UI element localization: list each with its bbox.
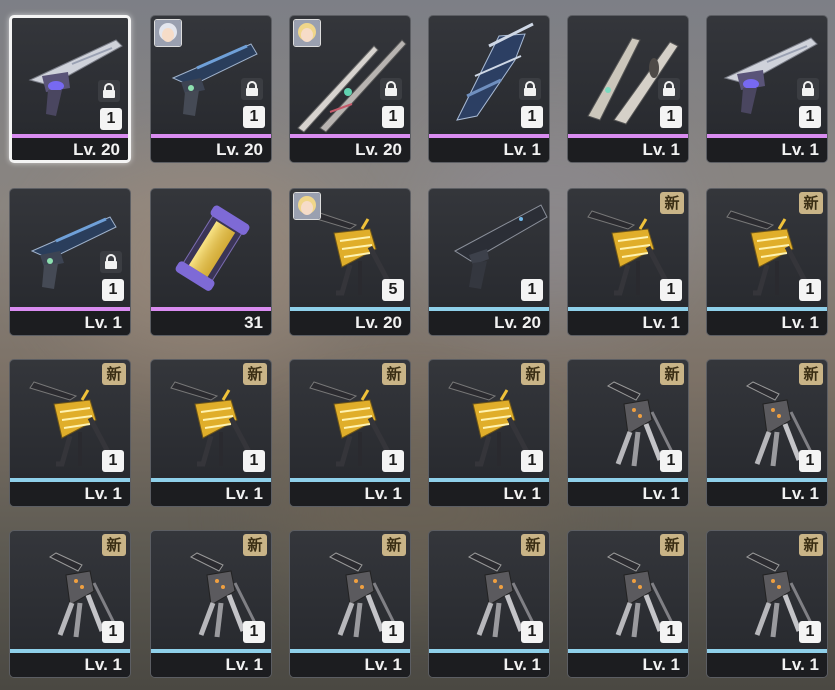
item-count: 1 — [799, 279, 821, 301]
item-level: Lv. 1 — [10, 653, 130, 677]
item-card[interactable]: 新 1 Lv. 1 — [289, 530, 411, 678]
new-badge: 新 — [660, 534, 684, 556]
item-card[interactable]: 1 Lv. 20 — [428, 188, 550, 336]
item-card[interactable]: 新 1 Lv. 1 — [567, 530, 689, 678]
item-card[interactable]: 新 1 Lv. 1 — [150, 359, 272, 507]
item-level: Lv. 1 — [707, 653, 827, 677]
item-count: 1 — [100, 108, 122, 130]
item-card[interactable]: 新 1 Lv. 1 — [428, 359, 550, 507]
item-card[interactable]: 1 Lv. 20 — [289, 15, 411, 163]
item-level: Lv. 1 — [568, 653, 688, 677]
item-level: Lv. 1 — [429, 138, 549, 162]
energy-capsule-icon — [151, 189, 271, 307]
item-count: 1 — [521, 450, 543, 472]
item-count: 1 — [799, 621, 821, 643]
item-card[interactable]: 新 1 Lv. 1 — [706, 359, 828, 507]
item-card[interactable]: 31 — [150, 188, 272, 336]
item-level: Lv. 1 — [568, 138, 688, 162]
item-card[interactable]: 新 1 Lv. 1 — [9, 530, 131, 678]
lock-icon[interactable] — [98, 80, 120, 102]
item-level: Lv. 1 — [151, 653, 271, 677]
inventory-grid: 1 Lv. 20 1 Lv. 20 1 Lv. 20 1 Lv. 1 1 Lv.… — [0, 0, 835, 690]
item-count: 1 — [382, 106, 404, 128]
item-level: Lv. 20 — [151, 138, 271, 162]
lock-icon[interactable] — [380, 78, 402, 100]
item-level: Lv. 20 — [429, 311, 549, 335]
lock-icon[interactable] — [519, 78, 541, 100]
new-badge: 新 — [382, 363, 406, 385]
new-badge: 新 — [243, 534, 267, 556]
item-count: 1 — [660, 279, 682, 301]
new-badge: 新 — [243, 363, 267, 385]
item-count: 1 — [243, 621, 265, 643]
item-level: Lv. 1 — [568, 311, 688, 335]
item-count: 1 — [799, 450, 821, 472]
new-badge: 新 — [521, 534, 545, 556]
item-count: 1 — [243, 106, 265, 128]
new-badge: 新 — [102, 534, 126, 556]
new-badge: 新 — [799, 534, 823, 556]
lock-icon[interactable] — [100, 251, 122, 273]
item-level: Lv. 1 — [151, 482, 271, 506]
item-card[interactable]: 新 1 Lv. 1 — [567, 188, 689, 336]
new-badge: 新 — [799, 363, 823, 385]
lock-icon[interactable] — [658, 78, 680, 100]
item-card[interactable]: 新 1 Lv. 1 — [9, 359, 131, 507]
item-level: Lv. 1 — [707, 311, 827, 335]
item-level: Lv. 1 — [568, 482, 688, 506]
new-badge: 新 — [799, 192, 823, 214]
item-count: 1 — [102, 621, 124, 643]
item-count: 1 — [660, 621, 682, 643]
item-card[interactable]: 新 1 Lv. 1 — [289, 359, 411, 507]
blonde-avatar — [293, 19, 321, 47]
item-count: 1 — [382, 450, 404, 472]
item-level: 31 — [151, 311, 271, 335]
item-count: 1 — [102, 279, 124, 301]
item-card[interactable]: 1 Lv. 1 — [567, 15, 689, 163]
lock-icon[interactable] — [241, 78, 263, 100]
item-card[interactable]: 新 1 Lv. 1 — [706, 530, 828, 678]
item-level: Lv. 1 — [429, 482, 549, 506]
item-card[interactable]: 新 1 Lv. 1 — [428, 530, 550, 678]
item-level: Lv. 1 — [429, 653, 549, 677]
item-card[interactable]: 5 Lv. 20 — [289, 188, 411, 336]
item-card[interactable]: 1 Lv. 20 — [9, 15, 131, 163]
item-card[interactable]: 1 Lv. 1 — [706, 15, 828, 163]
item-level: Lv. 1 — [707, 138, 827, 162]
item-card[interactable]: 1 Lv. 20 — [150, 15, 272, 163]
new-badge: 新 — [660, 363, 684, 385]
item-level: Lv. 1 — [707, 482, 827, 506]
item-count: 1 — [102, 450, 124, 472]
item-level: Lv. 1 — [10, 311, 130, 335]
new-badge: 新 — [521, 363, 545, 385]
item-count: 1 — [660, 106, 682, 128]
item-level: Lv. 20 — [290, 311, 410, 335]
new-badge: 新 — [660, 192, 684, 214]
item-card[interactable]: 新 1 Lv. 1 — [706, 188, 828, 336]
new-badge: 新 — [102, 363, 126, 385]
item-card[interactable]: 新 1 Lv. 1 — [567, 359, 689, 507]
silver-hair-avatar — [154, 19, 182, 47]
item-level: Lv. 20 — [12, 138, 128, 160]
blonde-avatar — [293, 192, 321, 220]
item-count: 1 — [660, 450, 682, 472]
item-level: Lv. 1 — [290, 482, 410, 506]
new-badge: 新 — [382, 534, 406, 556]
item-count: 1 — [799, 106, 821, 128]
item-count: 1 — [243, 450, 265, 472]
item-level: Lv. 1 — [10, 482, 130, 506]
item-count: 1 — [382, 621, 404, 643]
lock-icon[interactable] — [797, 78, 819, 100]
item-level: Lv. 20 — [290, 138, 410, 162]
item-count: 1 — [521, 621, 543, 643]
item-card[interactable]: 1 Lv. 1 — [9, 188, 131, 336]
item-count: 1 — [521, 106, 543, 128]
item-level: Lv. 1 — [290, 653, 410, 677]
item-card[interactable]: 新 1 Lv. 1 — [150, 530, 272, 678]
item-card[interactable]: 1 Lv. 1 — [428, 15, 550, 163]
item-count: 1 — [521, 279, 543, 301]
item-count: 5 — [382, 279, 404, 301]
